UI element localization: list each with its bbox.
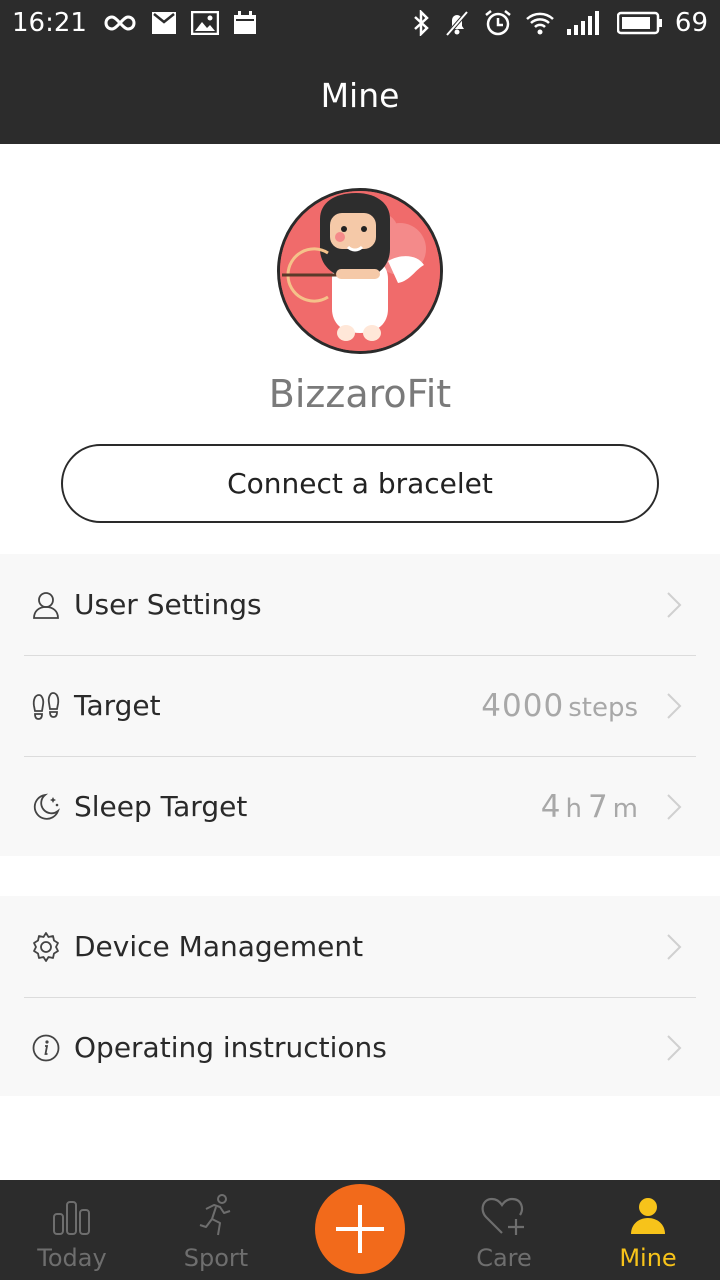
sleep-hours-number: 4 [540, 788, 562, 825]
moon-icon [30, 791, 62, 823]
chevron-right-icon [667, 1034, 682, 1061]
status-notification-icons [103, 11, 257, 35]
heart-plus-icon [480, 1192, 528, 1240]
bell-off-icon [445, 10, 469, 37]
list-item-target[interactable]: Target 4000 steps [0, 655, 720, 756]
target-steps-unit: steps [568, 692, 638, 723]
nav-care-label: Care [476, 1244, 532, 1272]
runner-icon [196, 1192, 236, 1240]
cupid-avatar-icon [280, 191, 440, 351]
bottom-nav: Today Sport Care Mine [0, 1180, 720, 1280]
nav-care[interactable]: Care [444, 1180, 564, 1280]
alarm-icon [485, 10, 511, 36]
image-icon [190, 11, 219, 35]
operating-instructions-label: Operating instructions [74, 1031, 387, 1064]
nav-today-label: Today [37, 1244, 107, 1272]
status-system-icons: 69 [411, 8, 708, 38]
user-icon [30, 589, 62, 621]
profile-section: BizzaroFit Connect a bracelet [0, 144, 720, 554]
target-steps-number: 4000 [481, 687, 565, 724]
status-bar: 16:21 69 [0, 0, 720, 46]
mail-icon [151, 12, 176, 34]
avatar[interactable] [277, 188, 443, 354]
list-item-sleep-target[interactable]: Sleep Target 4 h 7 m [0, 756, 720, 857]
nav-sport-label: Sport [183, 1244, 249, 1272]
target-label: Target [74, 689, 161, 722]
battery-level: 69 [674, 8, 708, 38]
list-item-user-settings[interactable]: User Settings [0, 554, 720, 655]
sleep-target-value: 4 h 7 m [541, 789, 644, 825]
plus-icon [336, 1205, 384, 1253]
infinity-icon [104, 15, 136, 31]
sleep-minutes-unit: m [612, 793, 638, 824]
chevron-right-icon [667, 591, 682, 618]
add-button[interactable] [315, 1184, 405, 1274]
app-header: Mine [0, 46, 720, 144]
sleep-minutes-number: 7 [587, 788, 609, 825]
info-icon [30, 1032, 62, 1064]
list-item-operating-instructions[interactable]: Operating instructions [0, 997, 720, 1098]
status-time: 16:21 [12, 8, 87, 38]
chevron-right-icon [667, 692, 682, 719]
settings-group-secondary: Device Management Operating instructions [0, 896, 720, 1096]
calendar-icon [233, 11, 256, 34]
target-value: 4000 steps [481, 688, 644, 724]
list-item-device-management[interactable]: Device Management [0, 896, 720, 997]
sleep-hours-unit: h [565, 793, 582, 824]
nav-sport[interactable]: Sport [156, 1180, 276, 1280]
chevron-right-icon [667, 933, 682, 960]
gear-icon [30, 931, 62, 963]
sleep-target-label: Sleep Target [74, 790, 248, 823]
signal-icon [566, 11, 599, 35]
battery-icon [616, 11, 662, 35]
person-icon [628, 1192, 668, 1240]
settings-group-primary: User Settings Target 4000 steps Sleep Ta… [0, 554, 720, 856]
profile-name: BizzaroFit [268, 372, 452, 416]
bluetooth-icon [414, 10, 429, 36]
nav-mine-label: Mine [619, 1244, 677, 1272]
bar-chart-icon [51, 1192, 93, 1240]
connect-bracelet-button[interactable]: Connect a bracelet [61, 444, 659, 523]
device-management-label: Device Management [74, 930, 364, 963]
wifi-icon [526, 12, 554, 35]
chevron-right-icon [667, 793, 682, 820]
nav-today[interactable]: Today [12, 1180, 132, 1280]
page-title: Mine [320, 75, 400, 115]
nav-mine[interactable]: Mine [588, 1180, 708, 1280]
footprints-icon [30, 690, 62, 722]
user-settings-label: User Settings [74, 588, 262, 621]
